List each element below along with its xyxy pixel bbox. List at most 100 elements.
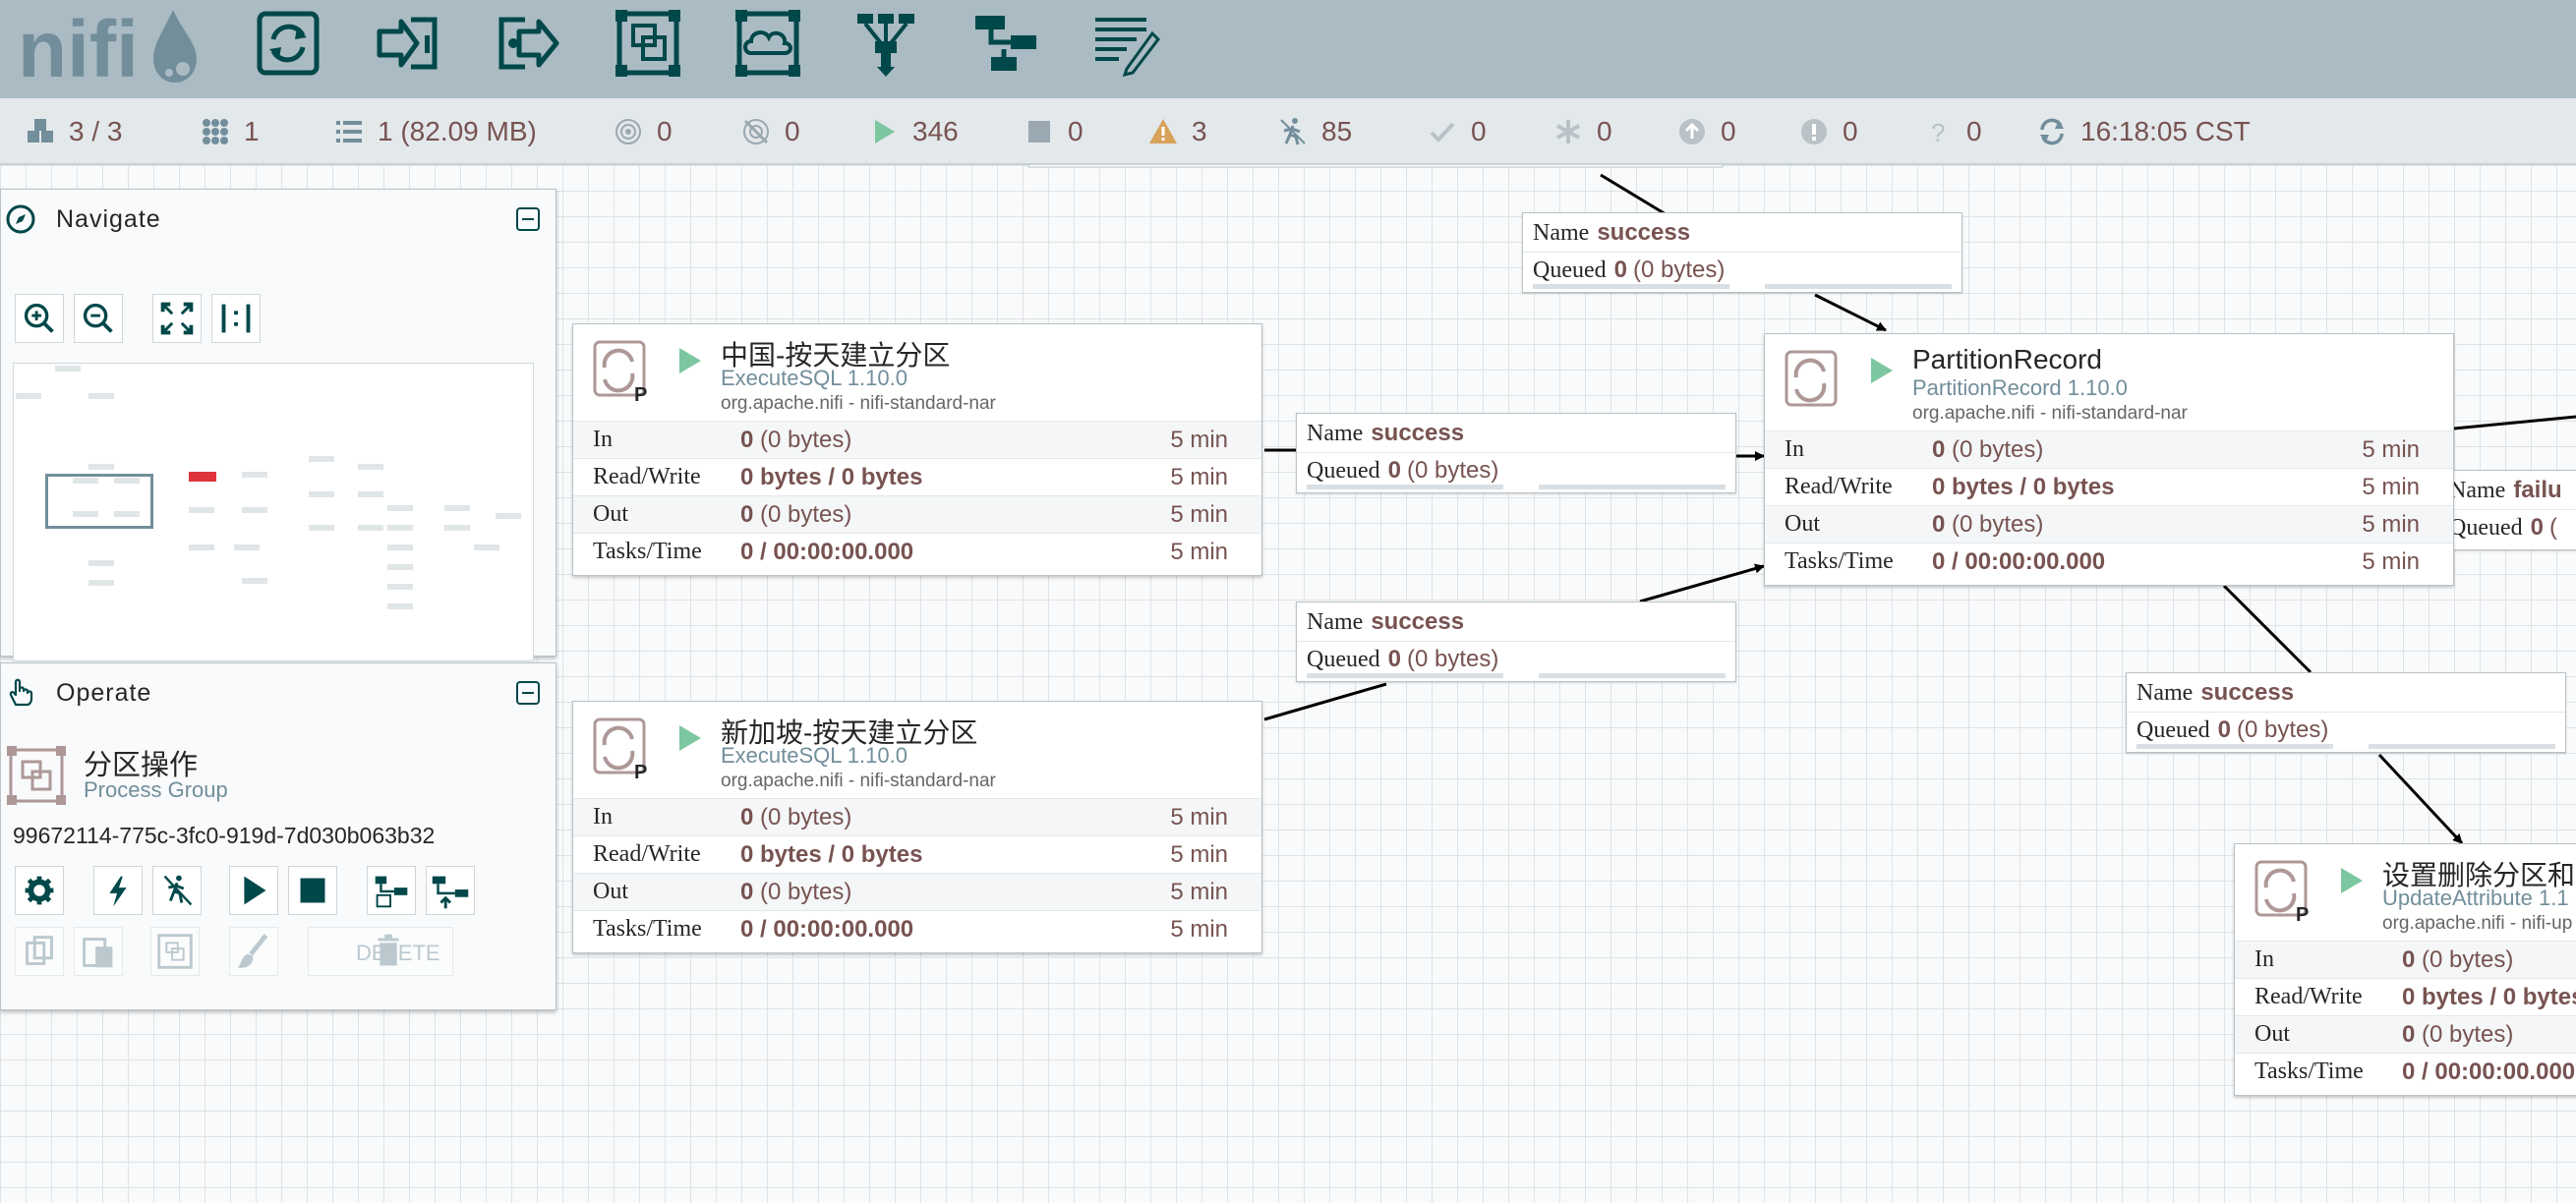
status-active-threads: 3 / 3 [26,116,122,147]
running-indicator [2341,868,2363,893]
selection-type: Process Group [84,777,228,802]
operate-title: Operate [56,679,152,707]
input-port-icon[interactable] [374,10,442,77]
stat-tasks-time: Tasks/Time 0 / 00:00:00.000 [2235,1053,2576,1090]
stop-button[interactable] [288,866,337,915]
processor-updateattribute[interactable]: P 设置删除分区和 UpdateAttribute 1.1 org.apache… [2234,843,2576,1096]
connection-label-china[interactable]: Name success Queued 0 (0 bytes) [1296,413,1736,493]
connection-label-top[interactable]: Name success Queued 0 (0 bytes) [1522,212,1962,293]
status-cluster: 1 [201,116,260,147]
status-invalid: 3 [1148,116,1207,147]
status-refresh[interactable]: 16:18:05 CST [2037,116,2251,147]
flow-canvas[interactable]: Name success Queued 0 (0 bytes) Name succes… [0,165,2576,1203]
stat-out: Out 0 (0 bytes) 5 min [573,873,1261,910]
cluster-icon [201,117,230,146]
configure-button[interactable] [15,866,64,915]
edge-partition-right [2453,415,2576,430]
stat-out: Out 0 (0 bytes) 5 min [1765,505,2453,543]
viewport-rectangle[interactable] [45,474,153,529]
stat-read-write: Read/Write 0 bytes / 0 bytes 5 min [573,835,1261,873]
remote-process-group-icon[interactable] [733,10,802,77]
processor-type: PartitionRecord 1.10.0 [1912,375,2128,400]
funnel-icon[interactable] [851,10,920,77]
zoom-out-button[interactable] [74,294,123,343]
stat-in: In 0 (0 bytes) 5 min [573,798,1261,835]
birdseye-overview[interactable] [13,363,534,661]
compass-icon [5,203,36,235]
svg-text:P: P [634,762,647,780]
stop-icon [1025,117,1054,146]
status-stale: 0 [1677,116,1736,147]
processor-icon: P [593,340,650,406]
navigate-panel: Navigate [0,189,556,661]
status-queued: 1 (82.09 MB) [334,116,537,147]
processor-type: ExecuteSQL 1.10.0 [721,366,907,390]
operate-header: Operate [1,663,556,722]
create-template-button[interactable] [367,866,416,915]
arrow-up-circle-icon [1677,117,1707,146]
status-disabled: 85 [1278,116,1352,147]
disable-button[interactable] [152,866,202,915]
processor-stats: In 0 (0 bytes) 5 min Read/Write 0 bytes / 0… [573,421,1261,570]
status-up-to-date: 0 [1428,116,1487,147]
status-sync-failure: ? 0 [1923,116,1982,147]
svg-text:P: P [634,384,647,403]
color-button[interactable] [229,927,278,976]
running-indicator [1871,358,1893,383]
connection-label-failure[interactable]: Name failu Queued 0 ( [2438,470,2576,550]
label-icon[interactable] [1091,10,1160,78]
processor-china[interactable]: P 中国-按天建立分区 ExecuteSQL 1.10.0 org.apache… [572,323,1262,576]
template-icon[interactable] [971,10,1040,77]
delete-button[interactable]: DELETE [308,927,453,976]
processor-singapore[interactable]: P 新加坡-按天建立分区 ExecuteSQL 1.10.0 org.apach… [572,701,1262,953]
enable-button[interactable] [93,866,143,915]
collapse-navigate-button[interactable] [516,207,540,231]
upload-template-button[interactable] [426,866,475,915]
output-port-icon[interactable] [494,10,562,77]
offscreen-processor-edge [1027,165,1724,168]
exclamation-circle-icon [1799,117,1829,146]
question-icon: ? [1923,117,1953,147]
processor-icon [1785,350,1842,413]
status-stopped: 0 [1025,116,1083,147]
top-toolbar: nifi [0,0,2576,98]
logo-text: nifi [18,5,139,86]
warning-icon [1148,117,1178,146]
fit-screen-button[interactable] [152,294,202,343]
navigate-title: Navigate [56,205,161,233]
actual-size-button[interactable] [211,294,261,343]
hand-pointer-icon [5,677,36,709]
processor-type: ExecuteSQL 1.10.0 [721,743,907,768]
svg-text:?: ? [1931,118,1945,146]
start-button[interactable] [229,866,278,915]
delete-label: DELETE [356,941,440,965]
processor-partitionrecord[interactable]: PartitionRecord PartitionRecord 1.10.0 o… [1764,333,2454,586]
group-button[interactable] [150,927,200,976]
processor-icon[interactable] [254,10,322,77]
stat-out: Out 0 (0 bytes) 5 min [573,495,1261,533]
copy-button[interactable] [15,927,64,976]
cubes-icon [26,117,55,146]
process-group-icon [5,744,68,807]
current-group-marker [189,472,216,482]
collapse-operate-button[interactable] [516,681,540,705]
svg-text:P: P [2296,904,2309,923]
processor-name: PartitionRecord [1912,344,2102,374]
connection-label-partition-success[interactable]: Name success Queued 0 (0 bytes) [2126,672,2566,753]
processor-bundle: org.apache.nifi - nifi-up [2382,913,2573,934]
zoom-in-button[interactable] [15,294,64,343]
processor-stats: In 0 (0 bytes) Read/Write 0 bytes / 0 byte… [2235,941,2576,1090]
process-group-icon[interactable] [614,10,682,77]
nifi-logo: nifi [16,4,198,94]
connection-label-singapore[interactable]: Name success Queued 0 (0 bytes) [1296,602,1736,682]
edge-partition-down [2222,584,2313,674]
paste-button[interactable] [74,927,123,976]
stat-tasks-time: Tasks/Time 0 / 00:00:00.000 5 min [573,533,1261,570]
refresh-icon[interactable] [2037,117,2067,146]
stat-in: In 0 (0 bytes) 5 min [1765,430,2453,468]
edge-to-updateattribute [2377,753,2464,845]
edge-sg-to-partition [1639,563,1765,603]
status-running: 346 [869,116,959,147]
stat-in: In 0 (0 bytes) 5 min [573,421,1261,458]
selection-id: 99672114-775c-3fc0-919d-7d030b063b32 [13,823,436,848]
